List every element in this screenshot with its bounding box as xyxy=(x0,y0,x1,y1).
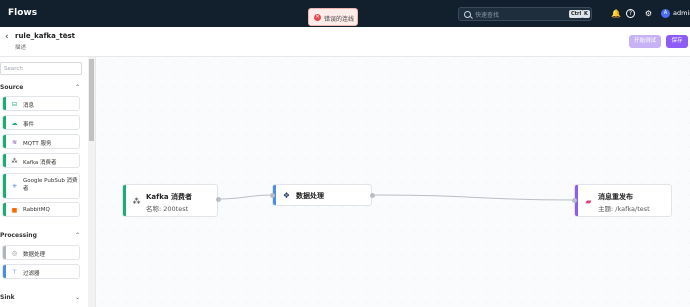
palette-item-label: RabbitMQ xyxy=(23,207,50,213)
error-icon: ✕ xyxy=(314,14,321,21)
search-icon xyxy=(464,11,471,18)
output-port[interactable] xyxy=(216,197,221,202)
message-icon: ⊟ xyxy=(11,101,18,108)
kafka-icon: ⁂ xyxy=(132,197,141,206)
chevron-down-icon[interactable]: ⌄ xyxy=(75,294,80,301)
node-subtitle: 名称: 200test xyxy=(146,205,189,213)
palette-item-event[interactable]: ☁ 事件 xyxy=(2,115,80,130)
kafka-icon: ⁂ xyxy=(11,158,18,165)
palette-item-label: 事件 xyxy=(23,122,35,128)
input-port[interactable] xyxy=(572,198,577,203)
data-processing-icon: ❖ xyxy=(282,191,291,200)
palette-item-label: Kafka 消费者 xyxy=(23,160,57,166)
data-processing-icon: ◎ xyxy=(11,250,18,257)
flow-node-message-republish[interactable]: ▰ 消息重发布 主题: /kafka/test xyxy=(574,184,672,217)
mqtt-icon: ≋ xyxy=(11,139,18,146)
avatar[interactable]: A xyxy=(661,9,670,18)
output-port[interactable] xyxy=(370,193,375,198)
section-source[interactable]: Source xyxy=(0,84,23,91)
rule-description[interactable]: 描述 xyxy=(15,43,26,51)
edge-kafka-to-processing xyxy=(217,194,273,200)
edit-icon[interactable]: ✎ xyxy=(63,32,69,40)
chevron-up-icon[interactable]: ⌃ xyxy=(75,232,80,239)
section-sink[interactable]: Sink xyxy=(0,294,15,301)
event-icon: ☁ xyxy=(11,120,18,127)
start-test-button[interactable]: 开始测试 xyxy=(629,35,661,48)
toast-message: 错误的连线 xyxy=(324,16,355,23)
palette-item-label: 消息 xyxy=(23,103,35,109)
palette-search-input[interactable]: Search xyxy=(0,62,82,75)
palette-item-kafka[interactable]: ⁂ Kafka 消费者 xyxy=(2,153,80,168)
flow-canvas[interactable]: ⁂ Kafka 消费者 名称: 200test ❖ 数据处理 ▰ 消息重发布 主… xyxy=(96,57,690,307)
palette-item-message[interactable]: ⊟ 消息 xyxy=(2,96,80,111)
search-box[interactable]: 快速查找 Ctrl K xyxy=(458,7,592,21)
node-title: 数据处理 xyxy=(296,192,324,200)
palette-item-label: MQTT 服务 xyxy=(23,141,52,147)
bell-icon[interactable]: 🔔 xyxy=(611,9,621,18)
palette-item-label: Google PubSub 消费者 xyxy=(23,178,78,192)
gear-icon[interactable]: ⚙ xyxy=(644,9,653,18)
palette-item-data-processing[interactable]: ◎ 数据处理 xyxy=(2,245,80,260)
save-button[interactable]: 保存 xyxy=(666,35,688,48)
node-title: 消息重发布 xyxy=(598,193,633,201)
flow-node-kafka-consumer[interactable]: ⁂ Kafka 消费者 名称: 200test xyxy=(122,184,218,217)
error-toast: ✕ 错误的连线 xyxy=(308,8,358,26)
help-icon[interactable]: ? xyxy=(626,9,635,18)
rule-header: ‹ rule_kafka_test ✎ 描述 开始测试 保存 xyxy=(0,27,690,57)
node-palette: Search Source ⌃ ⊟ 消息 ☁ 事件 ≋ MQTT 服务 ⁂ Ka… xyxy=(0,57,96,307)
palette-item-label: 过滤器 xyxy=(23,271,40,277)
scrollbar-thumb[interactable] xyxy=(89,59,94,141)
search-placeholder: 快速查找 xyxy=(475,12,500,19)
palette-item-rabbitmq[interactable]: ■ RabbitMQ xyxy=(2,202,80,217)
node-title: Kafka 消费者 xyxy=(146,193,193,201)
palette-item-mqtt[interactable]: ≋ MQTT 服务 xyxy=(2,134,80,149)
app-title: Flows xyxy=(8,8,38,18)
chevron-up-icon[interactable]: ⌃ xyxy=(75,84,80,91)
republish-icon: ▰ xyxy=(585,197,592,206)
user-name[interactable]: admin xyxy=(673,9,690,17)
filter-icon: ⊤ xyxy=(11,269,18,276)
shortcut-k: K xyxy=(582,10,590,18)
palette-item-label: 数据处理 xyxy=(23,252,46,258)
input-port[interactable] xyxy=(270,193,275,198)
flow-edges xyxy=(217,194,575,201)
flow-node-data-processing[interactable]: ❖ 数据处理 xyxy=(272,184,372,206)
node-subtitle: 主题: /kafka/test xyxy=(598,205,650,213)
section-processing[interactable]: Processing xyxy=(0,232,37,239)
palette-item-filter[interactable]: ⊤ 过滤器 xyxy=(2,264,80,279)
pubsub-icon: ✳ xyxy=(11,183,18,190)
rabbitmq-icon: ■ xyxy=(11,207,18,214)
back-arrow-icon[interactable]: ‹ xyxy=(5,32,9,42)
edge-processing-to-republish xyxy=(371,194,575,201)
palette-item-pubsub[interactable]: ✳ Google PubSub 消费者 xyxy=(2,173,80,199)
palette-search-placeholder: Search xyxy=(4,66,23,72)
